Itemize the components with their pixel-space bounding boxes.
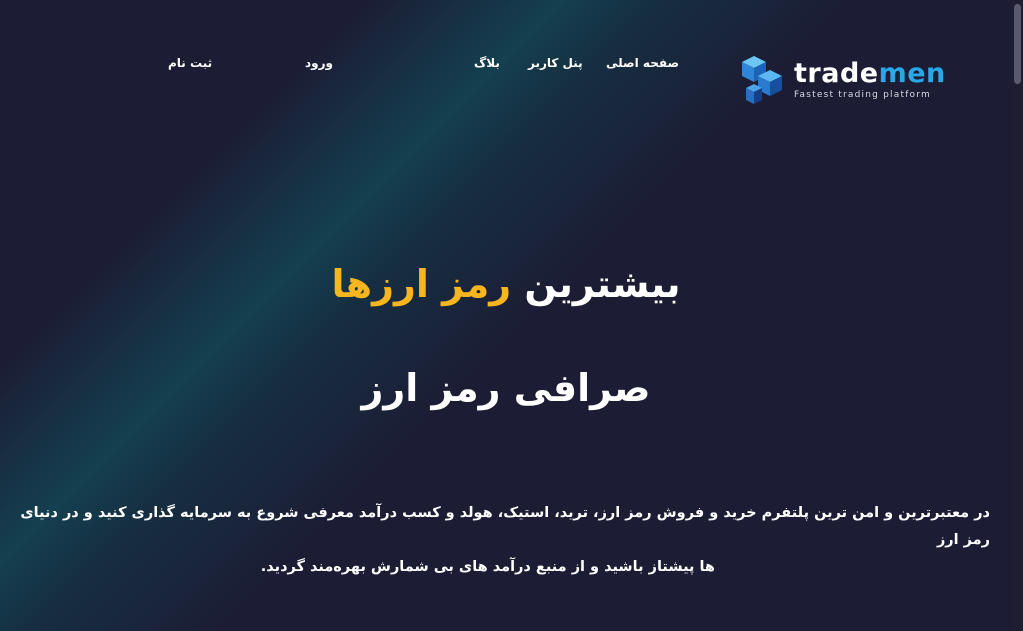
brand-name: trademen (794, 60, 946, 88)
brand-name-part1: trade (794, 58, 879, 89)
hero-title: بیشترین رمز ارزها (0, 262, 1012, 306)
brand-text: trademen Fastest trading platform (794, 60, 946, 101)
hero-description: در معتبرترین و امن ترین پلتفرم خرید و فر… (20, 500, 990, 581)
brand-name-part2: men (878, 58, 946, 89)
hero-title-main: بیشترین (511, 262, 681, 306)
hero-description-line1: در معتبرترین و امن ترین پلتفرم خرید و فر… (20, 505, 990, 548)
stacked-cubes-logo-icon (742, 56, 782, 104)
scrollbar-thumb[interactable] (1014, 4, 1021, 84)
hero-subtitle: صرافی رمز ارز (361, 366, 651, 410)
page-scrollbar[interactable] (1012, 0, 1023, 631)
nav-login[interactable]: ورود (305, 56, 333, 70)
nav-home[interactable]: صفحه اصلی (606, 56, 679, 70)
nav-blog[interactable]: بلاگ (474, 56, 500, 70)
hero-description-line2: ها پیشتاز باشید و از منبع درآمد های بی ش… (260, 559, 715, 575)
nav-user-panel[interactable]: پنل کاربر (528, 56, 583, 70)
hero-title-accent: رمز ارزها (331, 262, 512, 306)
nav-register[interactable]: ثبت نام (168, 56, 212, 70)
brand-logo[interactable]: trademen Fastest trading platform (740, 52, 946, 108)
brand-tagline: Fastest trading platform (794, 90, 931, 100)
